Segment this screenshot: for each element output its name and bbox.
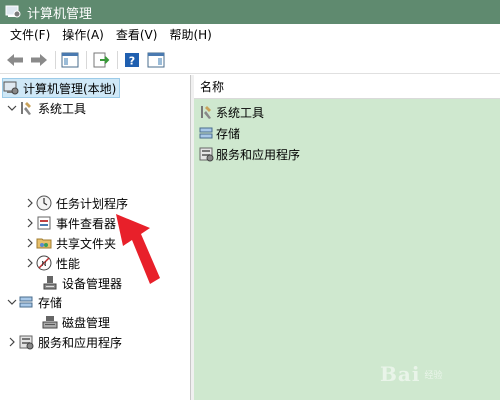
tree-label: 系统工具 [38, 101, 87, 116]
list-item-services-apps[interactable]: 服务和应用程序 [198, 145, 300, 163]
tree-label: 计算机管理(本地) [23, 81, 117, 96]
title-bar[interactable]: 计算机管理 [0, 0, 500, 24]
chevron-right-icon[interactable] [24, 257, 36, 269]
watermark-sub: 经验 [424, 370, 443, 381]
tools-icon [18, 100, 34, 116]
watermark: Bai 经验 [380, 354, 490, 394]
storage-icon [18, 294, 34, 310]
toolbar: ? [0, 46, 500, 74]
tree-item-device-manager[interactable]: 设备管理器 [42, 273, 122, 293]
red-arrow-annotation [116, 214, 160, 284]
tree-label: 设备管理器 [62, 276, 123, 291]
menu-file[interactable]: 文件(F) [0, 24, 56, 46]
export-list-icon[interactable] [90, 49, 112, 71]
tree-item-event-viewer[interactable]: 事件查看器 [24, 213, 116, 233]
chevron-right-icon[interactable] [24, 217, 36, 229]
toolbar-separator [117, 50, 118, 69]
toolbar-separator [86, 50, 87, 69]
list-item-label: 存储 [216, 126, 241, 141]
menu-bar: 文件(F) 操作(A) 查看(V) 帮助(H) [0, 24, 500, 46]
event-viewer-icon [36, 215, 52, 231]
tree-item-services-apps[interactable]: 服务和应用程序 [6, 332, 122, 352]
computer-management-icon [5, 5, 21, 19]
column-header-label: 名称 [200, 80, 225, 94]
main-content: 计算机管理(本地) 系统工具 任务计划程序 事件查看器 共享文件夹 N 性能 设… [0, 75, 500, 400]
tree-label: 存储 [38, 295, 63, 310]
tree-item-root[interactable]: 计算机管理(本地) [2, 78, 120, 98]
tree-label: 磁盘管理 [62, 315, 111, 330]
show-action-pane-icon[interactable] [145, 49, 167, 71]
shared-folder-icon [36, 235, 52, 251]
chevron-right-icon[interactable] [24, 237, 36, 249]
computer-management-icon [3, 80, 19, 96]
disk-management-icon [42, 314, 58, 330]
chevron-down-icon[interactable] [6, 296, 18, 308]
tree-item-task-scheduler[interactable]: 任务计划程序 [24, 193, 128, 213]
detail-pane: 名称 系统工具 存储 服务和应用程序 Bai 经验 [194, 75, 500, 400]
back-icon[interactable] [4, 49, 26, 71]
help-icon[interactable]: ? [121, 49, 143, 71]
menu-help[interactable]: 帮助(H) [163, 24, 217, 46]
tree-item-disk-management[interactable]: 磁盘管理 [42, 312, 110, 332]
tree-item-system-tools[interactable]: 系统工具 [6, 98, 86, 118]
tree-label: 性能 [56, 256, 81, 271]
tree-item-storage[interactable]: 存储 [6, 292, 62, 312]
toolbar-separator [55, 50, 56, 69]
list-item-system-tools[interactable]: 系统工具 [198, 103, 264, 121]
show-hide-tree-icon[interactable] [59, 49, 81, 71]
tree-label: 任务计划程序 [56, 196, 129, 211]
chevron-down-icon[interactable] [6, 102, 18, 114]
list-item-label: 系统工具 [216, 105, 265, 120]
tree-label: 事件查看器 [56, 216, 117, 231]
services-icon [198, 146, 214, 162]
device-manager-icon [42, 275, 58, 291]
tree-label: 服务和应用程序 [38, 335, 123, 350]
services-icon [18, 334, 34, 350]
chevron-right-icon[interactable] [24, 197, 36, 209]
svg-text:?: ? [129, 54, 135, 67]
clock-icon [36, 195, 52, 211]
menu-view[interactable]: 查看(V) [110, 24, 164, 46]
chevron-right-icon[interactable] [6, 336, 18, 348]
window-title: 计算机管理 [27, 6, 93, 22]
menu-action[interactable]: 操作(A) [56, 24, 110, 46]
console-tree: 计算机管理(本地) 系统工具 任务计划程序 事件查看器 共享文件夹 N 性能 设… [0, 75, 191, 400]
tools-icon [198, 104, 214, 120]
watermark-logo: Bai [380, 362, 421, 386]
column-header-name[interactable]: 名称 [194, 75, 500, 99]
tree-item-shared-folders[interactable]: 共享文件夹 [24, 233, 116, 253]
list-item-storage[interactable]: 存储 [198, 124, 240, 142]
list-item-label: 服务和应用程序 [216, 147, 301, 162]
svg-text:N: N [41, 260, 46, 268]
forward-icon[interactable] [28, 49, 50, 71]
performance-icon: N [36, 255, 52, 271]
storage-icon [198, 125, 214, 141]
tree-label: 共享文件夹 [56, 236, 117, 251]
tree-item-performance[interactable]: N 性能 [24, 253, 80, 273]
